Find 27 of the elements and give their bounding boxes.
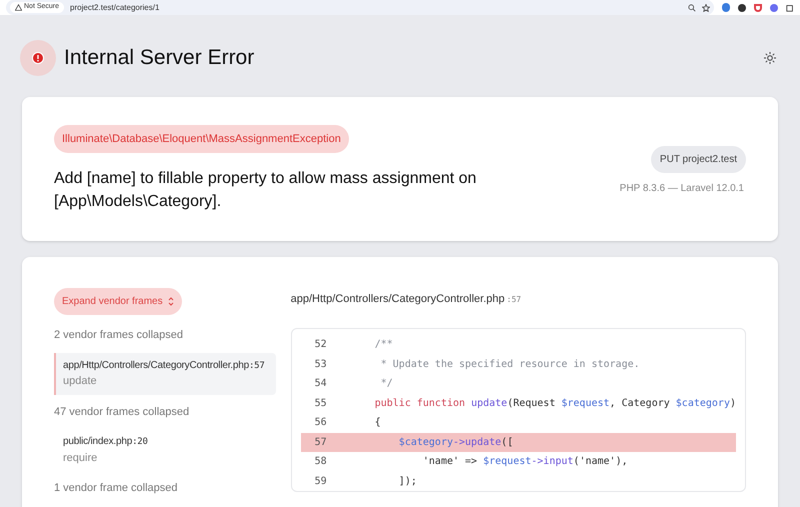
chevrons-icon: [168, 297, 174, 306]
code-line: 52 /**: [314, 338, 394, 352]
zoom-icon[interactable]: [688, 4, 696, 12]
collapsed-frames-note: 1 vendor frame collapsed: [54, 481, 179, 496]
url-text: project2.test/categories/1: [70, 2, 160, 14]
code-line: 55 public function update(Request $request, Category $category): [314, 396, 736, 411]
code-line: 58 'name' => $request->input('name'),: [314, 455, 629, 470]
code-line: 59 ]);: [314, 474, 418, 489]
request-tag: PUT project2.test: [650, 146, 746, 173]
star-icon[interactable]: [702, 4, 710, 12]
collapsed-frames-note: 47 vendor frames collapsed: [54, 404, 190, 420]
exception-class-tag: Illuminate\Database\Eloquent\MassAssignmentException: [54, 124, 349, 154]
source-file-path: app/Http/Controllers/CategoryController.php :57: [290, 292, 522, 307]
version-info: PHP 8.3.6 — Laravel 12.0.1: [620, 182, 744, 196]
page-title: Internal Server Error: [64, 45, 256, 72]
collapsed-frames-note: 2 vendor frames collapsed: [54, 328, 184, 343]
exception-message: Add [name] to fillable property to allow mass assignment on [App\Models\Category].: [54, 169, 478, 212]
alert-icon: [32, 52, 44, 64]
code-line: 54 */: [314, 377, 394, 392]
code-line: 56 {: [314, 416, 382, 430]
stack-frame[interactable]: public/index.php:20 require: [54, 429, 276, 471]
stack-frame[interactable]: app/Http/Controllers/CategoryController.php:57 update: [54, 352, 276, 394]
sun-icon[interactable]: [764, 52, 776, 64]
extension-icon[interactable]: [722, 3, 730, 12]
warning-icon: [15, 4, 22, 11]
code-line: 53 * Update the specified resource in storage.: [314, 358, 641, 372]
shield-icon[interactable]: [754, 4, 762, 12]
